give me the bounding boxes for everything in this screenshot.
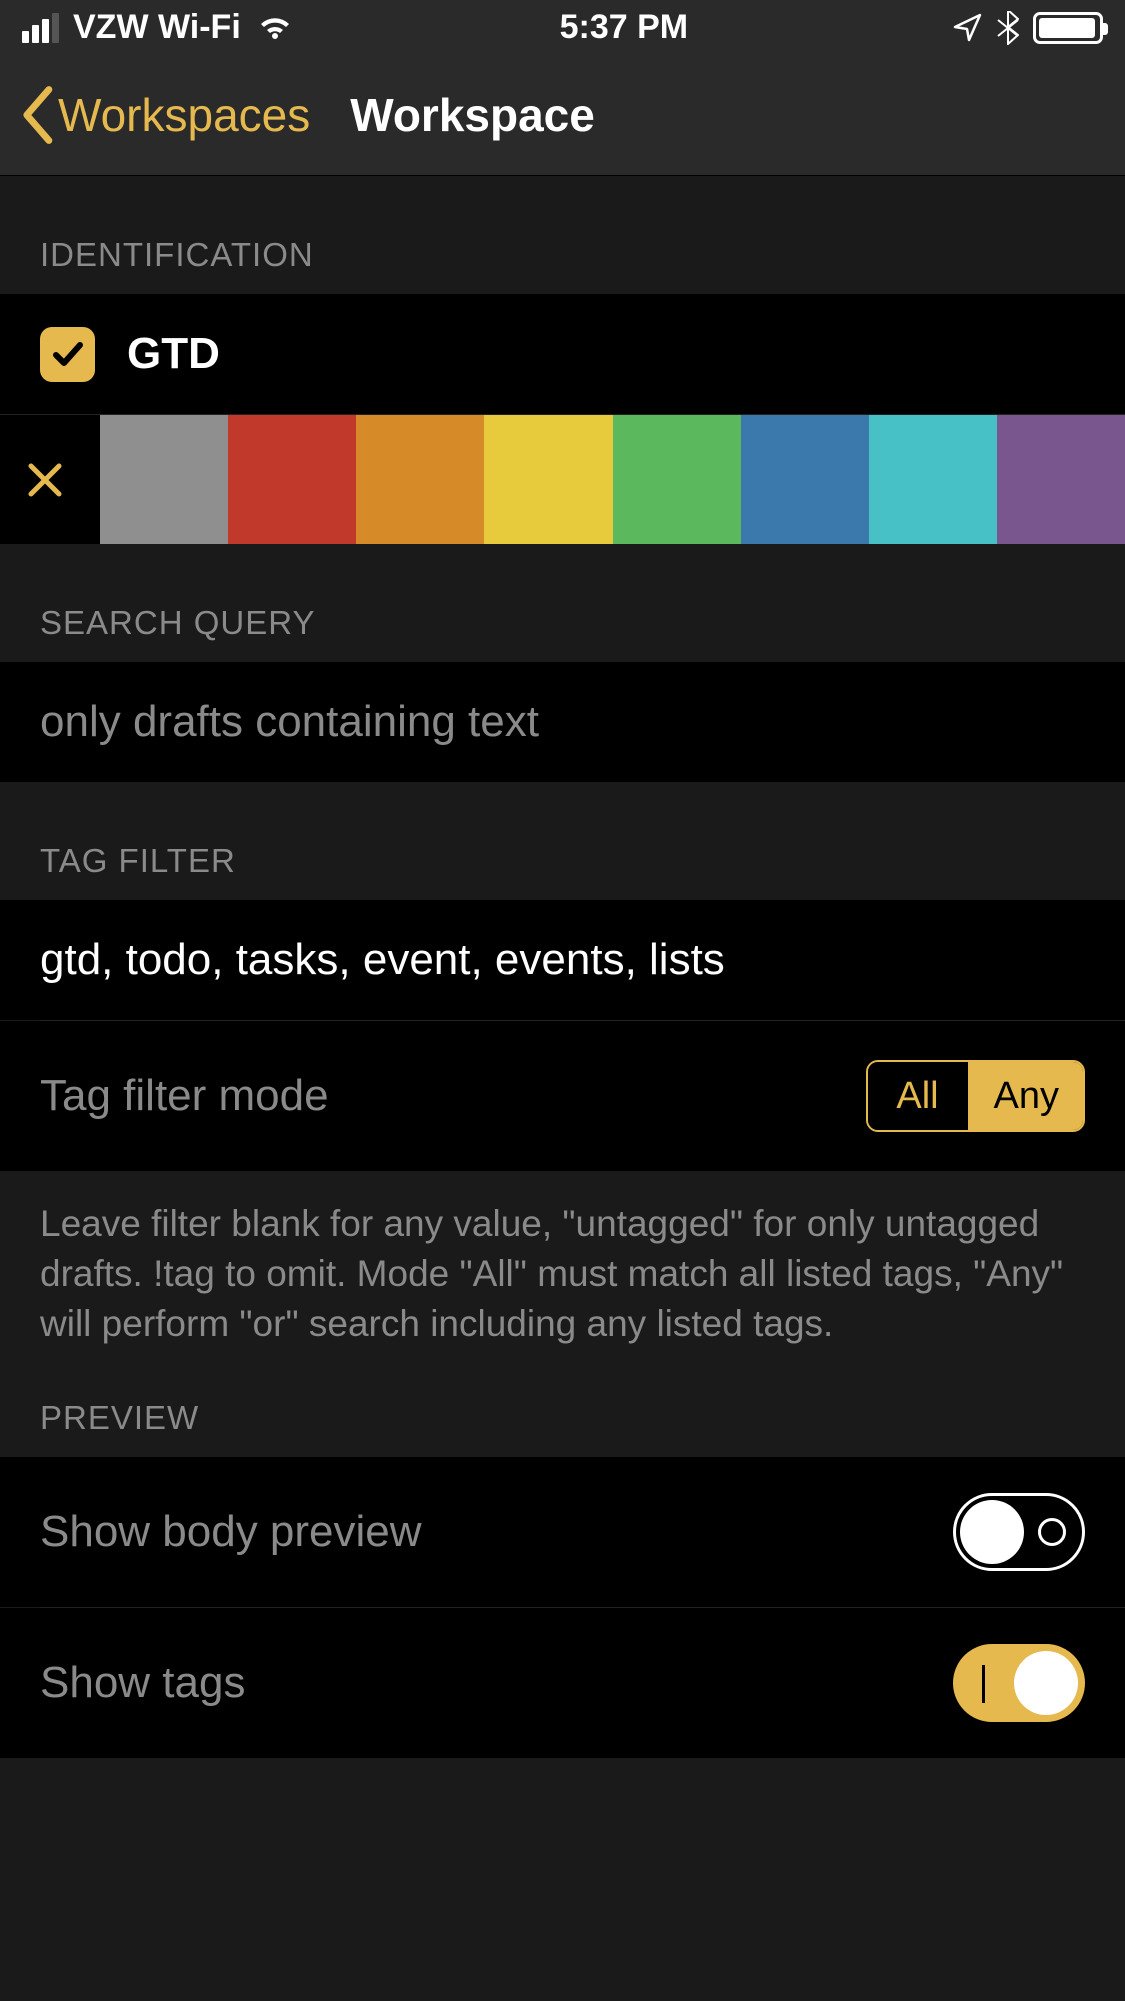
x-icon[interactable] xyxy=(18,452,73,507)
tag-filter-input[interactable]: gtd, todo, tasks, event, events, lists xyxy=(0,900,1125,1020)
section-header-search: Search Query xyxy=(0,544,1125,662)
tag-filter-mode-row: Tag filter mode All Any xyxy=(0,1021,1125,1171)
back-label: Workspaces xyxy=(58,88,310,142)
tag-filter-footer: Leave filter blank for any value, "untag… xyxy=(0,1171,1125,1359)
show-tags-toggle[interactable] xyxy=(953,1644,1085,1722)
bluetooth-icon xyxy=(997,11,1019,45)
page-title: Workspace xyxy=(310,88,1105,142)
carrier-label: VZW Wi-Fi xyxy=(73,8,241,47)
show-body-preview-toggle[interactable] xyxy=(953,1493,1085,1571)
swatch-gray[interactable] xyxy=(100,415,228,544)
show-body-preview-row: Show body preview xyxy=(0,1457,1125,1607)
workspace-name-row[interactable]: GTD xyxy=(0,294,1125,414)
swatch-blue[interactable] xyxy=(741,415,869,544)
wifi-icon xyxy=(255,13,295,43)
show-body-preview-label: Show body preview xyxy=(40,1507,422,1557)
color-swatches[interactable] xyxy=(100,415,1125,544)
section-header-preview: Preview xyxy=(0,1359,1125,1457)
section-header-tagfilter: Tag Filter xyxy=(0,782,1125,900)
swatch-green[interactable] xyxy=(613,415,741,544)
swatch-teal[interactable] xyxy=(869,415,997,544)
status-bar: VZW Wi-Fi 5:37 PM xyxy=(0,0,1125,55)
swatch-red[interactable] xyxy=(228,415,356,544)
location-icon xyxy=(953,13,983,43)
swatch-purple[interactable] xyxy=(997,415,1125,544)
clock: 5:37 PM xyxy=(560,8,689,47)
tag-filter-mode-segmented[interactable]: All Any xyxy=(866,1060,1085,1132)
segment-all[interactable]: All xyxy=(868,1062,968,1130)
search-input[interactable]: only drafts containing text xyxy=(0,662,1125,782)
battery-icon xyxy=(1033,12,1103,44)
checkmark-icon xyxy=(40,327,95,382)
chevron-left-icon xyxy=(20,86,54,144)
search-placeholder: only drafts containing text xyxy=(40,697,539,747)
tag-filter-mode-label: Tag filter mode xyxy=(40,1071,329,1121)
swatch-yellow[interactable] xyxy=(484,415,612,544)
workspace-color-row[interactable] xyxy=(0,414,1125,544)
show-tags-row: Show tags xyxy=(0,1608,1125,1758)
segment-any[interactable]: Any xyxy=(968,1062,1083,1130)
workspace-name: GTD xyxy=(127,329,220,379)
back-button[interactable]: Workspaces xyxy=(20,86,310,144)
show-tags-label: Show tags xyxy=(40,1658,245,1708)
tag-filter-value: gtd, todo, tasks, event, events, lists xyxy=(40,935,725,985)
nav-bar: Workspaces Workspace xyxy=(0,55,1125,176)
swatch-orange[interactable] xyxy=(356,415,484,544)
cell-signal-icon xyxy=(22,13,59,43)
section-header-identification: Identification xyxy=(0,176,1125,294)
